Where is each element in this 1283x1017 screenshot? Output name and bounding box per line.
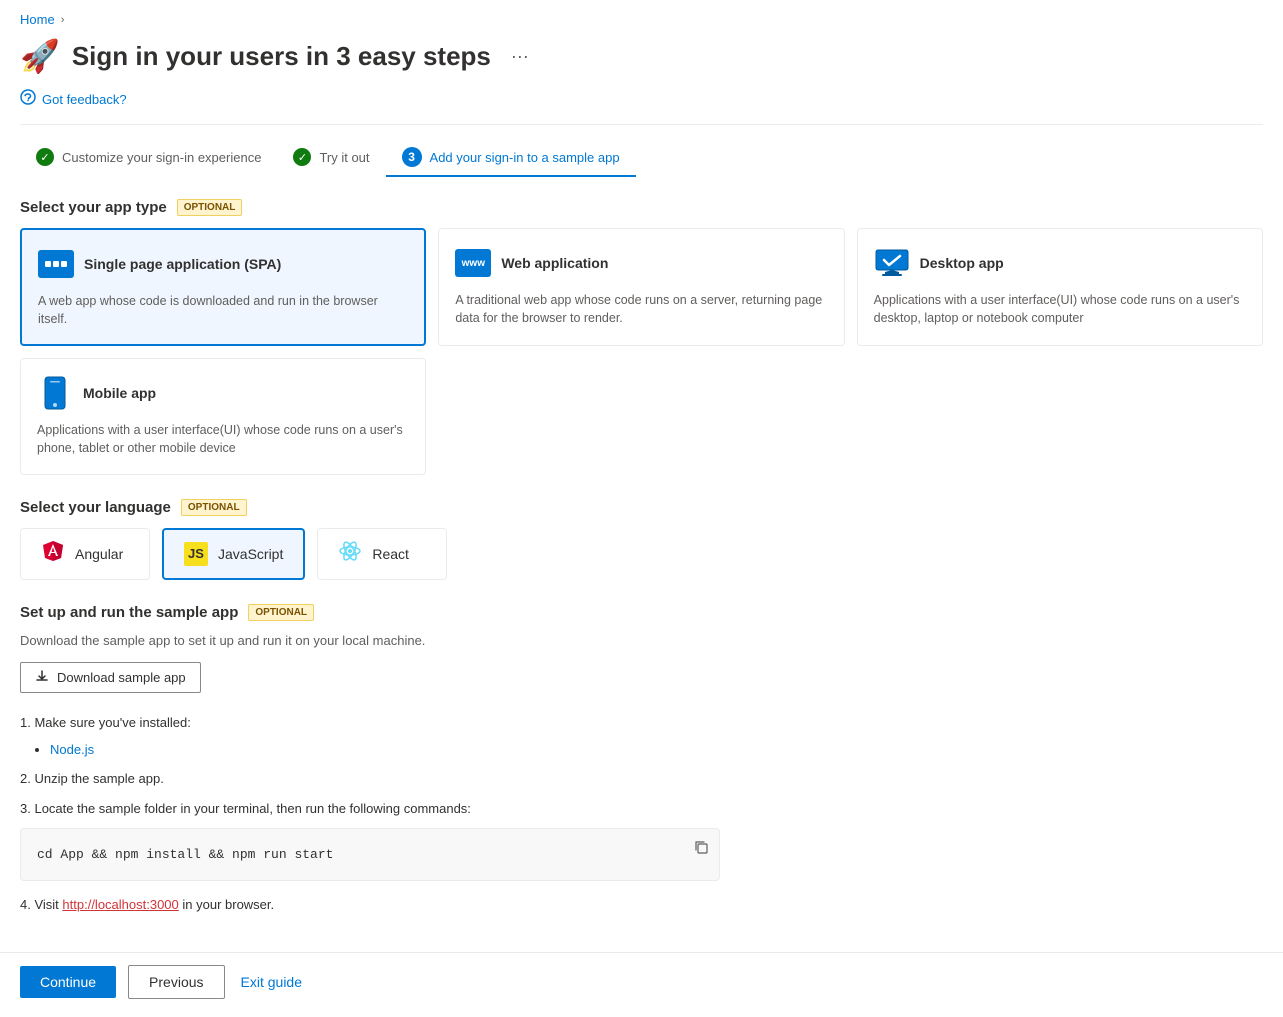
feedback-row: Got feedback? — [20, 89, 1263, 125]
steps-progress-bar: ✓ Customize your sign-in experience ✓ Tr… — [20, 139, 1263, 177]
visit-suffix: in your browser. — [179, 897, 274, 912]
app-card-mobile-header: Mobile app — [37, 375, 409, 411]
app-card-mobile[interactable]: Mobile app Applications with a user inte… — [20, 358, 426, 474]
placeholder-1 — [438, 358, 844, 474]
language-cards: Angular JS JavaScript React — [20, 528, 1263, 580]
rocket-emoji: 🚀 — [20, 37, 60, 75]
instruction-3-text: Locate the sample folder in your termina… — [34, 801, 470, 816]
lang-javascript-label: JavaScript — [218, 546, 283, 562]
setup-heading: Set up and run the sample app OPTIONAL — [20, 604, 1263, 621]
app-type-title: Select your app type — [20, 199, 167, 216]
code-command: cd App && npm install && npm run start — [37, 847, 333, 862]
app-card-spa-desc: A web app whose code is downloaded and r… — [38, 292, 408, 328]
app-card-web-desc: A traditional web app whose code runs on… — [455, 291, 827, 327]
step-1-customize[interactable]: ✓ Customize your sign-in experience — [20, 140, 277, 176]
step-1-label: Customize your sign-in experience — [62, 150, 261, 165]
app-type-heading: Select your app type OPTIONAL — [20, 199, 1263, 216]
nodejs-link[interactable]: Node.js — [50, 742, 94, 757]
continue-button[interactable]: Continue — [20, 966, 116, 998]
breadcrumb-separator: › — [61, 14, 65, 26]
app-card-web-title: Web application — [501, 255, 608, 271]
instruction-1: 1. Make sure you've installed: Node.js — [20, 711, 1263, 762]
bottom-bar: Continue Previous Exit guide — [0, 952, 1283, 1011]
setup-title: Set up and run the sample app — [20, 604, 238, 621]
app-card-spa-title: Single page application (SPA) — [84, 256, 281, 272]
instruction-2: 2. Unzip the sample app. — [20, 767, 1263, 790]
step-2-check: ✓ — [293, 148, 311, 166]
app-type-cards-row2: Mobile app Applications with a user inte… — [20, 358, 1263, 474]
download-btn-label: Download sample app — [57, 670, 186, 685]
page-title-row: 🚀 Sign in your users in 3 easy steps ··· — [20, 37, 1263, 75]
app-card-mobile-title: Mobile app — [83, 385, 156, 401]
app-card-desktop-desc: Applications with a user interface(UI) w… — [874, 291, 1246, 327]
breadcrumb-home[interactable]: Home — [20, 12, 55, 27]
setup-description: Download the sample app to set it up and… — [20, 633, 1263, 648]
step-2-label: Try it out — [319, 150, 369, 165]
app-card-spa[interactable]: Single page application (SPA) A web app … — [20, 228, 426, 346]
language-heading: Select your language OPTIONAL — [20, 499, 1263, 516]
more-options-button[interactable]: ··· — [503, 42, 537, 71]
visit-prefix: Visit — [34, 897, 62, 912]
copy-code-button[interactable] — [693, 839, 709, 860]
lang-react-label: React — [372, 546, 409, 562]
exit-guide-button[interactable]: Exit guide — [237, 966, 306, 998]
setup-optional-badge: OPTIONAL — [248, 604, 314, 621]
lang-card-angular[interactable]: Angular — [20, 528, 150, 580]
angular-icon — [41, 539, 65, 569]
breadcrumb: Home › — [20, 12, 1263, 27]
lang-card-javascript[interactable]: JS JavaScript — [162, 528, 305, 580]
app-type-cards-row1: Single page application (SPA) A web app … — [20, 228, 1263, 346]
spa-icon — [38, 246, 74, 282]
app-card-desktop-title: Desktop app — [920, 255, 1004, 271]
webapp-icon: www — [455, 245, 491, 281]
app-card-spa-header: Single page application (SPA) — [38, 246, 408, 282]
javascript-icon: JS — [184, 542, 208, 566]
feedback-icon — [20, 89, 36, 110]
setup-section: Set up and run the sample app OPTIONAL D… — [20, 604, 1263, 917]
download-sample-app-button[interactable]: Download sample app — [20, 662, 201, 693]
app-card-web[interactable]: www Web application A traditional web ap… — [438, 228, 844, 346]
instruction-2-text: Unzip the sample app. — [34, 771, 163, 786]
desktop-icon — [874, 245, 910, 281]
step-1-check: ✓ — [36, 148, 54, 166]
mobile-icon — [37, 375, 73, 411]
download-icon — [35, 669, 49, 686]
app-card-mobile-desc: Applications with a user interface(UI) w… — [37, 421, 409, 457]
instruction-1-text: Make sure you've installed: — [34, 715, 190, 730]
app-card-desktop[interactable]: Desktop app Applications with a user int… — [857, 228, 1263, 346]
feedback-link[interactable]: Got feedback? — [42, 92, 127, 107]
step-3-number: 3 — [402, 147, 422, 167]
instruction-3: 3. Locate the sample folder in your term… — [20, 797, 1263, 882]
lang-angular-label: Angular — [75, 546, 123, 562]
lang-card-react[interactable]: React — [317, 528, 447, 580]
code-block: cd App && npm install && npm run start — [20, 828, 720, 881]
language-title: Select your language — [20, 499, 171, 516]
language-optional-badge: OPTIONAL — [181, 499, 247, 516]
previous-button[interactable]: Previous — [128, 965, 224, 999]
app-type-optional-badge: OPTIONAL — [177, 199, 243, 216]
app-card-web-header: www Web application — [455, 245, 827, 281]
step-3-label: Add your sign-in to a sample app — [430, 150, 620, 165]
instruction-4: 4. Visit http://localhost:3000 in your b… — [20, 893, 1263, 916]
step-3-sample[interactable]: 3 Add your sign-in to a sample app — [386, 139, 636, 177]
localhost-link[interactable]: http://localhost:3000 — [62, 897, 178, 912]
react-icon — [338, 539, 362, 569]
page-title: Sign in your users in 3 easy steps — [72, 41, 491, 72]
placeholder-2 — [857, 358, 1263, 474]
setup-instructions: 1. Make sure you've installed: Node.js 2… — [20, 711, 1263, 917]
app-card-desktop-header: Desktop app — [874, 245, 1246, 281]
step-2-try[interactable]: ✓ Try it out — [277, 140, 385, 176]
